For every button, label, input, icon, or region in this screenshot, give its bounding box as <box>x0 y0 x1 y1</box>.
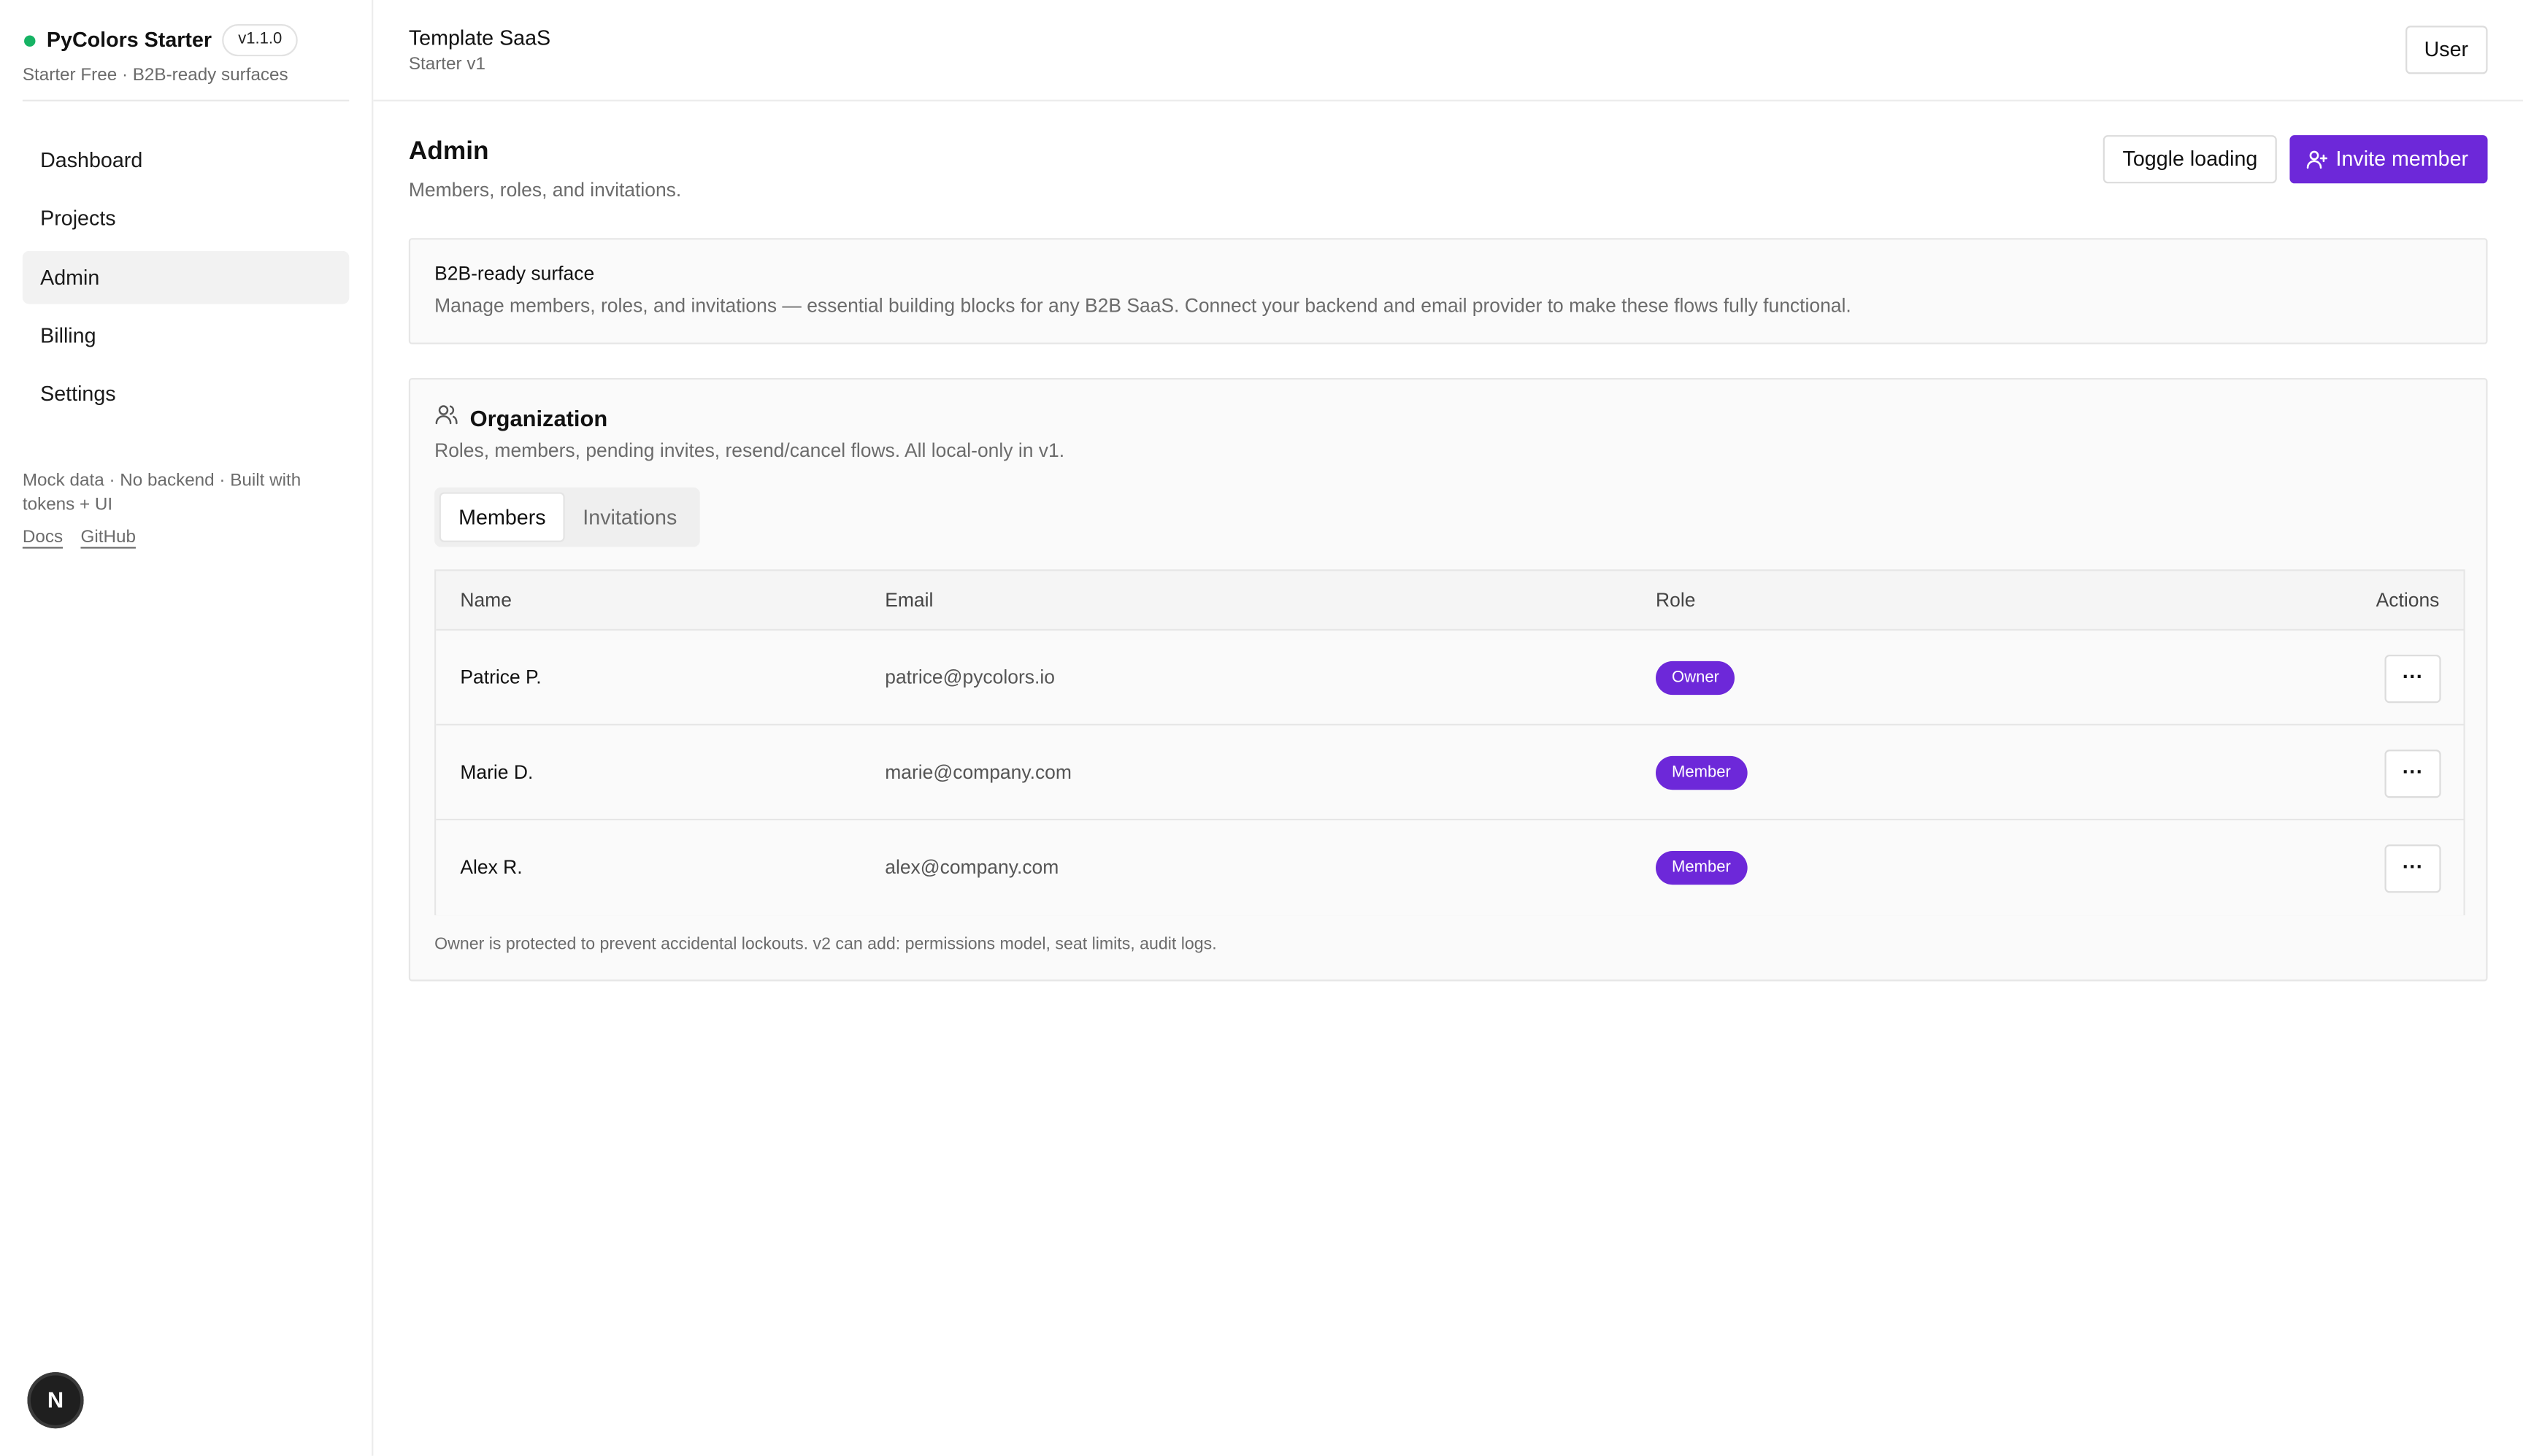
sidebar-item-dashboard[interactable]: Dashboard <box>23 134 349 187</box>
column-header-actions: Actions <box>2376 588 2440 612</box>
role-badge: Member <box>1656 755 1747 790</box>
sidebar: PyColors Starter v1.1.0 Starter Free · B… <box>0 0 374 1456</box>
status-dot-icon <box>24 35 36 47</box>
top-bar: Template SaaS Starter v1 User <box>373 0 2523 101</box>
notice-body: Manage members, roles, and invitations —… <box>434 294 1851 317</box>
brand-subtitle: Starter Free · B2B-ready surfaces <box>22 66 288 85</box>
dev-tools-badge[interactable]: N <box>27 1372 84 1429</box>
organization-subtitle: Roles, members, pending invites, resend/… <box>434 439 1065 462</box>
sidebar-item-settings[interactable]: Settings <box>23 367 349 420</box>
table-row: Alex R. alex@company.com Member ··· <box>436 820 2464 916</box>
member-name: Marie D. <box>460 760 534 784</box>
role-badge: Owner <box>1656 660 1736 696</box>
notice-title: B2B-ready surface <box>434 262 595 285</box>
members-table: Name Email Role Actions Patrice P. patri… <box>434 569 2465 916</box>
row-actions-button[interactable]: ··· <box>2384 844 2441 893</box>
column-header-email: Email <box>885 588 934 612</box>
member-email: marie@company.com <box>885 760 1072 784</box>
page-subtitle: Members, roles, and invitations. <box>408 178 682 201</box>
table-row: Patrice P. patrice@pycolors.io Owner ··· <box>436 631 2464 726</box>
tab-members[interactable]: Members <box>439 492 566 542</box>
brand: PyColors Starter v1.1.0 Starter Free · B… <box>22 23 350 101</box>
org-tabs: Members Invitations <box>434 487 700 547</box>
role-badge: Member <box>1656 850 1747 885</box>
row-actions-button[interactable]: ··· <box>2384 750 2441 798</box>
user-button[interactable]: User <box>2405 26 2488 74</box>
toggle-loading-button[interactable]: Toggle loading <box>2103 135 2277 184</box>
github-link[interactable]: GitHub <box>80 528 135 547</box>
member-name: Alex R. <box>460 855 523 879</box>
organization-footnote: Owner is protected to prevent accidental… <box>434 934 1217 955</box>
app-frame: PyColors Starter v1.1.0 Starter Free · B… <box>0 0 2523 1456</box>
member-name: Patrice P. <box>460 666 542 689</box>
b2b-notice-card: B2B-ready surface Manage members, roles,… <box>408 238 2488 344</box>
user-plus-icon <box>2305 142 2328 187</box>
brand-name: PyColors Starter <box>46 27 212 52</box>
invite-member-label: Invite member <box>2335 146 2469 171</box>
sidebar-item-billing[interactable]: Billing <box>23 309 349 362</box>
member-email: alex@company.com <box>885 855 1059 879</box>
invite-member-button[interactable]: Invite member <box>2289 135 2488 184</box>
app-title: Template SaaS <box>408 26 551 50</box>
organization-title: Organization <box>469 405 608 431</box>
tab-invitations[interactable]: Invitations <box>565 492 695 542</box>
row-actions-button[interactable]: ··· <box>2384 655 2441 704</box>
column-header-role: Role <box>1656 588 1696 612</box>
docs-link[interactable]: Docs <box>23 528 63 547</box>
table-header: Name Email Role Actions <box>436 571 2464 631</box>
table-row: Marie D. marie@company.com Member ··· <box>436 725 2464 821</box>
member-email: patrice@pycolors.io <box>885 666 1055 689</box>
app-subtitle: Starter v1 <box>408 54 485 74</box>
sidebar-note: Mock data · No backend · Built with toke… <box>22 471 302 515</box>
sidebar-item-projects[interactable]: Projects <box>23 192 349 245</box>
sidebar-links: Docs GitHub <box>23 528 149 547</box>
organization-header: Organization <box>434 402 607 434</box>
users-icon <box>434 402 458 434</box>
column-header-name: Name <box>460 588 512 612</box>
organization-card: Organization Roles, members, pending inv… <box>408 377 2488 982</box>
version-badge: v1.1.0 <box>222 24 299 57</box>
sidebar-item-admin[interactable]: Admin <box>22 250 350 304</box>
page-title: Admin <box>408 138 489 166</box>
sidebar-nav: Dashboard Projects Admin Billing Setting… <box>22 134 350 425</box>
